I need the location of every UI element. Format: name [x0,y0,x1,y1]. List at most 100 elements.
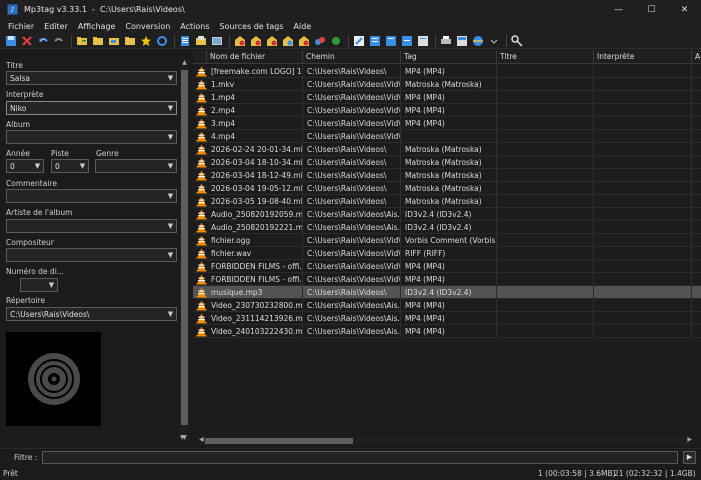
edit-icon[interactable] [329,34,342,47]
titre-value[interactable]: Salsa [7,74,165,83]
table-row[interactable]: 2026-03-05 19-08-40.mkv C:\Users\Rais\Vid… [193,195,701,208]
close-button[interactable]: ✕ [668,0,701,19]
chevron-down-icon[interactable]: ▼ [32,160,43,172]
subfolder-icon[interactable] [123,34,136,47]
table-row[interactable]: Video_230730232800.mp4 C:\Users\Rais\Vide… [193,299,701,312]
add-folder-icon[interactable] [75,34,88,47]
menu-aide[interactable]: Aide [289,22,317,31]
table-row[interactable]: Audio_250820192221.m... C:\Users\Rais\Vid… [193,221,701,234]
menu-affichage[interactable]: Affichage [73,22,121,31]
table-row[interactable]: fichier.ogg C:\Users\Rais\Videos\Vid\ Vorb… [193,234,701,247]
table-row[interactable]: Video_231114213926.mp4 C:\Users\Rais\Vide… [193,312,701,325]
piste-value[interactable]: 0 [52,162,77,171]
chevron-down-icon[interactable]: ▼ [165,131,176,143]
col-nom-de-fichier[interactable]: Nom de fichier [207,50,303,64]
redo-icon[interactable] [52,34,65,47]
text-to-tag-icon[interactable] [281,34,294,47]
playlist3-icon[interactable] [400,34,413,47]
config-icon[interactable] [510,34,523,47]
print-icon[interactable] [439,34,452,47]
file-list-hscrollbar[interactable]: ◀ ▶ [199,436,692,445]
table-row[interactable]: 1.mp4 C:\Users\Rais\Videos\Vid\ MP4 (MP4) [193,91,701,104]
export-icon[interactable] [297,34,310,47]
table-row[interactable]: Audio_250820192059.m... C:\Users\Rais\Vid… [193,208,701,221]
open-folder-icon[interactable] [107,34,120,47]
menu-fichier[interactable]: Fichier [3,22,39,31]
table-row[interactable]: 2026-03-04 19-05-12.mkv C:\Users\Rais\Vid… [193,182,701,195]
table-row[interactable]: fichier.wav C:\Users\Rais\Videos\Vid\ RIFF… [193,247,701,260]
annee-field[interactable]: 0 ▼ [6,159,44,173]
repertoire-field[interactable]: C:\Users\Rais\Videos\ ▼ [6,307,177,321]
remove-tag-icon[interactable] [20,34,33,47]
repertoire-value[interactable]: C:\Users\Rais\Videos\ [7,310,165,319]
scroll-left-icon[interactable]: ◀ [199,436,204,443]
table-row[interactable]: 1.mkv C:\Users\Rais\Videos\Vid\ Matroska (… [193,78,701,91]
compositeur-field[interactable]: ▼ [6,248,177,262]
genre-field[interactable]: ▼ [95,159,177,173]
col-interprete[interactable]: Interprète [594,50,692,64]
case-icon[interactable] [352,34,365,47]
tag-to-filename-icon[interactable] [233,34,246,47]
menu-conversion[interactable]: Conversion [120,22,175,31]
chevron-down-icon[interactable]: ▼ [165,102,176,114]
scroll-thumb[interactable] [181,70,188,425]
actions-icon[interactable] [313,34,326,47]
options-icon[interactable] [368,34,381,47]
table-row[interactable]: Video_240103222430.mp4 C:\Users\Rais\Vide… [193,325,701,338]
minimize-button[interactable]: — [602,0,635,19]
scroll-right-icon[interactable]: ▶ [687,436,692,443]
table-row[interactable]: [freemake.com LOGO] 1... C:\Users\Rais\Vi… [193,65,701,78]
filter-input[interactable] [42,451,678,464]
list-icon[interactable] [178,34,191,47]
chevron-down-icon[interactable]: ▼ [165,160,176,172]
table-row[interactable]: 2.mp4 C:\Users\Rais\Videos\Vid\ MP4 (MP4) [193,104,701,117]
table-row[interactable]: musique.mp3 C:\Users\Rais\Videos\ ID3v2.4 … [193,286,701,299]
chevron-down-icon[interactable]: ▼ [165,249,176,261]
annee-value[interactable]: 0 [7,162,32,171]
filename-to-tag-icon[interactable] [249,34,262,47]
playlist-icon[interactable] [194,34,207,47]
tag-to-tag-icon[interactable] [265,34,278,47]
menu-actions[interactable]: Actions [175,22,214,31]
table-row[interactable]: 2026-03-04 18-12-49.mkv C:\Users\Rais\Vid… [193,169,701,182]
favorite-star-icon[interactable] [139,34,152,47]
tag-panel-scrollbar[interactable]: ▲ ▼ [180,58,189,442]
tag-doc-icon[interactable] [416,34,429,47]
discogs-icon[interactable] [471,34,484,47]
filter-apply-button[interactable]: ▶ [683,451,696,464]
table-row[interactable]: 2026-03-04 18-10-34.mkv C:\Users\Rais\Vid… [193,156,701,169]
image-icon[interactable] [210,34,223,47]
hscroll-thumb[interactable] [205,438,353,444]
scroll-down-icon[interactable]: ▼ [180,434,185,441]
menu-editer[interactable]: Editer [39,22,73,31]
table-row[interactable]: 4.mp4 C:\Users\Rais\Videos\Vid\ [193,130,701,143]
web-sources-icon[interactable] [455,34,468,47]
menu-sources-de-tags[interactable]: Sources de tags [215,22,289,31]
col-tag[interactable]: Tag [401,50,497,64]
table-row[interactable]: 2026-02-24 20-01-34.mkv C:\Users\Rais\Vid… [193,143,701,156]
numero-disque-field[interactable]: ▼ [20,278,58,292]
album-field[interactable]: ▼ [6,130,177,144]
chevron-down-icon[interactable]: ▼ [165,190,176,202]
chevron-down-icon[interactable]: ▼ [46,279,57,291]
maximize-button[interactable]: ☐ [635,0,668,19]
piste-field[interactable]: 0 ▼ [51,159,89,173]
interprete-value[interactable]: Niko [7,104,165,113]
chevron-down-icon[interactable]: ▼ [165,308,176,320]
chevron-down-icon[interactable]: ▼ [165,220,176,232]
commentaire-field[interactable]: ▼ [6,189,177,203]
refresh-icon[interactable] [155,34,168,47]
playlist2-icon[interactable] [384,34,397,47]
chevron-down-icon[interactable] [487,34,500,47]
cover-art[interactable] [6,332,101,426]
table-row[interactable]: FORBIDDEN FILMS - offi... C:\Users\Rais\V… [193,273,701,286]
col-chemin[interactable]: Chemin [303,50,401,64]
table-row[interactable]: FORBIDDEN FILMS - offi... C:\Users\Rais\V… [193,260,701,273]
chevron-down-icon[interactable]: ▼ [165,72,176,84]
save-icon[interactable] [4,34,17,47]
scroll-up-icon[interactable]: ▲ [180,58,189,67]
interprete-field[interactable]: Niko ▼ [6,101,177,115]
col-album[interactable]: A [692,50,701,64]
undo-icon[interactable] [36,34,49,47]
change-dir-icon[interactable] [91,34,104,47]
